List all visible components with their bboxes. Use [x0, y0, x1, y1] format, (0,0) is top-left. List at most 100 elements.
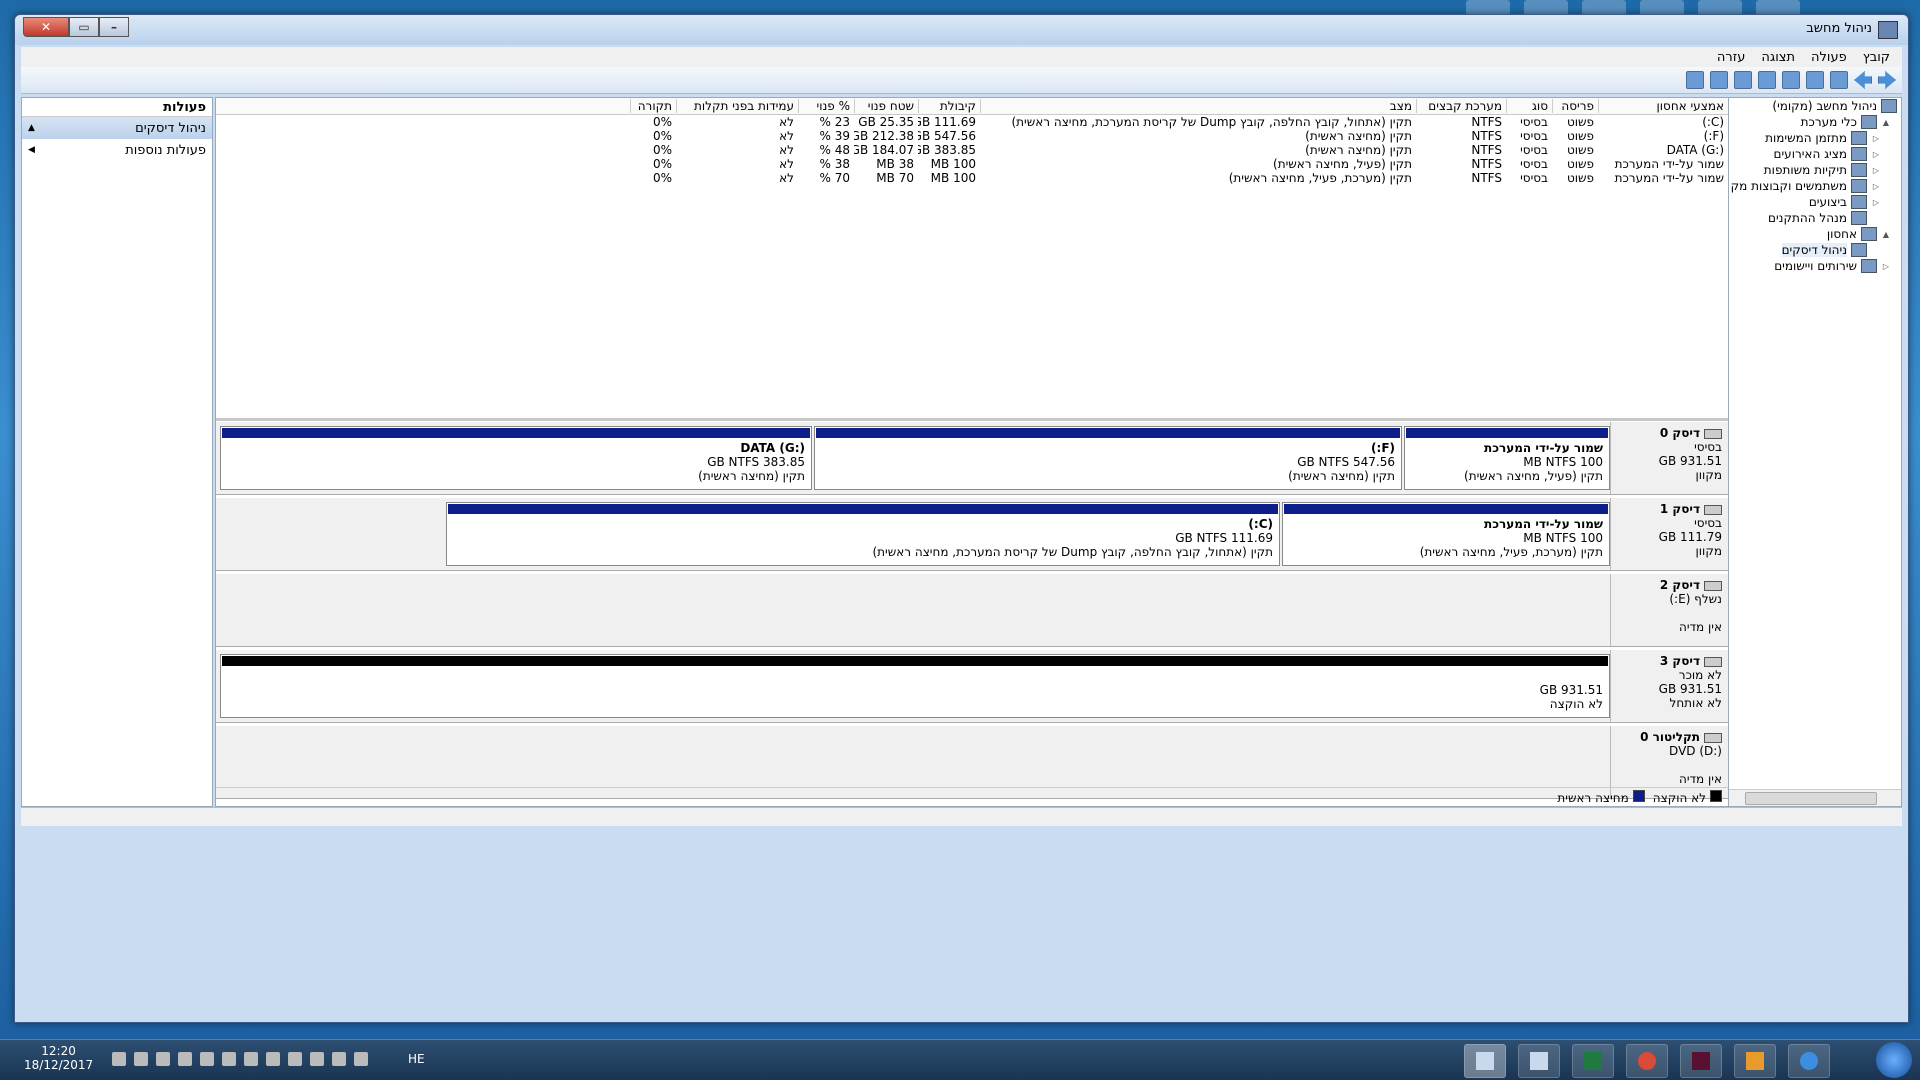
disk-size: 931.51 GB: [1658, 682, 1722, 696]
table-row[interactable]: שמור על-ידי המערכת פשוט בסיסי NTFS תקין (מער…: [216, 171, 1728, 185]
tree-item[interactable]: ▷ ביצועים: [1709, 194, 1901, 210]
collapse-arrow-icon[interactable]: ▲: [28, 123, 35, 133]
table-cell: 383.85 GB: [918, 143, 976, 157]
expand-arrow-icon[interactable]: ▷: [1871, 166, 1881, 175]
tree-item[interactable]: ▷ משתמשים וקבוצות מק: [1709, 178, 1901, 194]
tree-item[interactable]: ▷ שירותים ויישומים: [1709, 258, 1901, 274]
tree-item[interactable]: ניהול דיסקים: [1709, 242, 1901, 258]
monitor-icon[interactable]: [156, 1052, 170, 1066]
taskbar-ie[interactable]: [1788, 1044, 1830, 1078]
start-button[interactable]: [1876, 1042, 1912, 1078]
action-center-flag-icon[interactable]: [178, 1052, 192, 1066]
disk-row[interactable]: דיסק 1 בסיסי 111.79 GB מקוון שמור על-ידי…: [216, 498, 1728, 571]
taskbar-computer-management[interactable]: [1464, 1044, 1506, 1078]
expand-arrow-icon[interactable]: ▲: [1881, 118, 1891, 127]
table-cell: תקין (מחיצה ראשית): [1305, 129, 1412, 143]
toolbar-show-hide-icon[interactable]: [1758, 71, 1776, 89]
taskbar-chrome[interactable]: [1626, 1044, 1668, 1078]
column-header[interactable]: אמצעי אחסון: [1598, 99, 1728, 113]
column-header[interactable]: קיבולת: [918, 99, 980, 113]
expand-arrow-icon[interactable]: ▷: [1881, 262, 1891, 271]
disk-label[interactable]: דיסק 2 נשלף (E:) אין מדיה: [1610, 574, 1728, 646]
expand-arrow-icon[interactable]: ▷: [1871, 150, 1881, 159]
tree-item[interactable]: ▷ מתזמן המשימות: [1709, 130, 1901, 146]
toolbar-refresh-icon[interactable]: [1734, 71, 1752, 89]
tray-app-icon[interactable]: [222, 1052, 236, 1066]
column-header[interactable]: סוג: [1506, 99, 1552, 113]
disk-label[interactable]: דיסק 0 בסיסי 931.51 GB מקוון: [1610, 422, 1728, 494]
column-header[interactable]: שטח פנוי: [854, 99, 918, 113]
column-header[interactable]: פריסה: [1552, 99, 1598, 113]
column-header[interactable]: מצב: [980, 99, 1416, 113]
menu-file[interactable]: קובץ: [1863, 50, 1890, 65]
table-row[interactable]: (F:) פשוט בסיסי NTFS תקין (מחיצה ראשית) 547.5…: [216, 129, 1728, 143]
language-indicator[interactable]: HE: [408, 1052, 425, 1066]
tree-root[interactable]: ניהול מחשב (מקומי): [1709, 98, 1901, 114]
partition[interactable]: שמור על-ידי המערכת 100 MB NTFS תקין (פעיל,…: [1404, 426, 1610, 490]
tree-item[interactable]: ▲ כלי מערכת: [1709, 114, 1901, 130]
back-arrow-icon[interactable]: [1854, 71, 1872, 89]
disk-label[interactable]: דיסק 3 לא מוכר 931.51 GB לא אותחל: [1610, 650, 1728, 722]
partition[interactable]: (C:) 111.69 GB NTFS תקין (אתחול, קובץ החלפ…: [446, 502, 1280, 566]
skype-icon[interactable]: [288, 1052, 302, 1066]
toolbar-console-icon[interactable]: [1806, 71, 1824, 89]
tree-item[interactable]: מנהל ההתקנים: [1709, 210, 1901, 226]
title-bar[interactable]: ✕ ▭ – ניהול מחשב: [15, 15, 1908, 45]
action-more-actions[interactable]: פעולות נוספות ◀: [22, 139, 212, 161]
expand-arrow-icon[interactable]: ▷: [1871, 198, 1881, 207]
toolbar-properties-icon[interactable]: [1710, 71, 1728, 89]
toolbar-help-icon[interactable]: [1782, 71, 1800, 89]
menu-action[interactable]: פעולה: [1811, 50, 1847, 65]
partition-size: 931.51 GB: [1539, 683, 1603, 697]
disk-row[interactable]: דיסק 2 נשלף (E:) אין מדיה: [216, 574, 1728, 647]
forward-arrow-icon[interactable]: [1878, 71, 1896, 89]
tray-app-icon[interactable]: [266, 1052, 280, 1066]
minimize-button[interactable]: –: [99, 17, 129, 37]
expand-arrow-icon[interactable]: ▲: [1881, 230, 1891, 239]
tray-app-icon[interactable]: [354, 1052, 368, 1066]
tree-item[interactable]: ▷ מציג האירועים: [1709, 146, 1901, 162]
taskbar-excel[interactable]: [1572, 1044, 1614, 1078]
expand-arrow-icon[interactable]: ▷: [1871, 182, 1881, 191]
toolbar-export-icon[interactable]: [1686, 71, 1704, 89]
table-row[interactable]: DATA (G:) פשוט בסיסי NTFS תקין (מחיצה ראשית)…: [216, 143, 1728, 157]
disk-row[interactable]: דיסק 3 לא מוכר 931.51 GB לא אותחל 931.51…: [216, 650, 1728, 723]
menu-help[interactable]: עזרה: [1717, 50, 1745, 65]
column-header[interactable]: % פנוי: [798, 99, 854, 113]
tray-app-icon[interactable]: [310, 1052, 324, 1066]
clock[interactable]: 12:20 18/12/2017: [24, 1044, 93, 1072]
column-header[interactable]: מערכת קבצים: [1416, 99, 1506, 113]
submenu-arrow-icon[interactable]: ◀: [28, 145, 35, 155]
unallocated-space[interactable]: 931.51 GB לא הוקצה: [220, 654, 1610, 718]
table-row[interactable]: (C:) פשוט בסיסי NTFS תקין (אתחול, קובץ החלפה…: [216, 115, 1728, 129]
tree-item-label: אחסון: [1826, 227, 1857, 241]
close-button[interactable]: ✕: [23, 17, 69, 37]
maximize-button[interactable]: ▭: [69, 17, 99, 37]
volume-icon[interactable]: [112, 1052, 126, 1066]
toolbar-up-icon[interactable]: [1830, 71, 1848, 89]
partition[interactable]: שמור על-ידי המערכת 100 MB NTFS תקין (מערכת…: [1282, 502, 1610, 566]
expand-arrow-icon[interactable]: ▷: [1871, 134, 1881, 143]
disk-row[interactable]: דיסק 0 בסיסי 931.51 GB מקוון שמור על-ידי…: [216, 422, 1728, 495]
partition[interactable]: DATA (G:) 383.85 GB NTFS תקין (מחיצה ראשית…: [220, 426, 812, 490]
partition-size: 100 MB NTFS: [1523, 455, 1603, 469]
table-row[interactable]: שמור על-ידי המערכת פשוט בסיסי NTFS תקין (פעי…: [216, 157, 1728, 171]
horizontal-scrollbar[interactable]: [1709, 789, 1901, 806]
taskbar-indesign[interactable]: [1680, 1044, 1722, 1078]
taskbar-media[interactable]: [1734, 1044, 1776, 1078]
partition[interactable]: (F:) 547.56 GB NTFS תקין (מחיצה ראשית): [814, 426, 1402, 490]
bluetooth-icon[interactable]: [200, 1052, 214, 1066]
tree-item[interactable]: ▲ אחסון: [1709, 226, 1901, 242]
table-cell: 0%: [652, 171, 672, 185]
menu-view[interactable]: תצוגה: [1761, 50, 1795, 65]
tray-app-icon[interactable]: [332, 1052, 346, 1066]
column-header[interactable]: תקורה: [630, 99, 676, 113]
scrollbar-thumb[interactable]: [1745, 792, 1877, 805]
tree-item[interactable]: ▷ תיקיות משותפות: [1709, 162, 1901, 178]
column-header[interactable]: עמידות בפני תקלות: [676, 99, 798, 113]
action-disk-management[interactable]: ניהול דיסקים ▲: [22, 117, 212, 139]
adobe-icon[interactable]: [244, 1052, 258, 1066]
network-icon[interactable]: [134, 1052, 148, 1066]
taskbar-explorer[interactable]: [1518, 1044, 1560, 1078]
disk-label[interactable]: דיסק 1 בסיסי 111.79 GB מקוון: [1610, 498, 1728, 570]
